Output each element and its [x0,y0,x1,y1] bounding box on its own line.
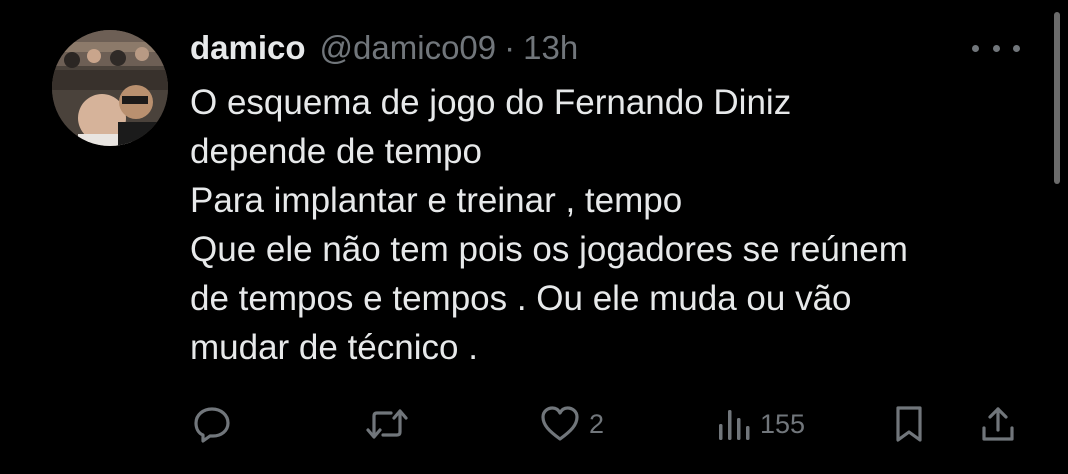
tweet-header: damico @damico09 · 13h [190,24,578,72]
scrollbar[interactable] [1054,12,1060,184]
tweet-text: O esquema de jogo do Fernando Diniz depe… [190,78,1040,372]
reply-icon [194,407,230,443]
tweet-text-line: O esquema de jogo do Fernando Diniz [190,83,792,122]
bookmark-button[interactable] [892,396,926,452]
tweet-text-line: de tempos e tempos . Ou ele muda ou vão [190,279,852,318]
share-button[interactable] [978,396,1018,452]
more-icon-dot [1013,44,1020,52]
author-handle[interactable]: @damico09 [320,29,497,67]
reply-button[interactable] [192,396,232,452]
heart-icon [541,406,579,441]
like-count: 2 [589,408,605,439]
like-button[interactable]: 2 [539,396,604,452]
avatar-photo [52,30,168,146]
timestamp[interactable]: 13h [523,29,578,67]
tweet-text-line: mudar de técnico . [190,328,478,367]
more-icon-dot [972,44,979,52]
more-options-button[interactable] [972,34,1020,62]
action-bar: 2 155 [0,396,1068,452]
views-button[interactable]: 155 [716,396,805,452]
avatar[interactable] [52,30,168,146]
views-icon [719,410,750,440]
tweet-text-line: Que ele não tem pois os jogadores se reú… [190,230,908,269]
tweet-text-line: Para implantar e treinar , tempo [190,181,683,220]
author-name[interactable]: damico [190,29,306,67]
more-icon-dot [992,44,1000,52]
retweet-icon [366,409,408,439]
bookmark-icon [896,406,922,442]
tweet-text-line: depende de tempo [190,132,482,171]
views-count: 155 [760,408,806,439]
retweet-button[interactable] [365,396,409,452]
tweet[interactable]: damico @damico09 · 13h O esquema de jogo… [0,0,1068,474]
separator-dot: · [504,29,516,66]
share-icon [982,407,1014,441]
